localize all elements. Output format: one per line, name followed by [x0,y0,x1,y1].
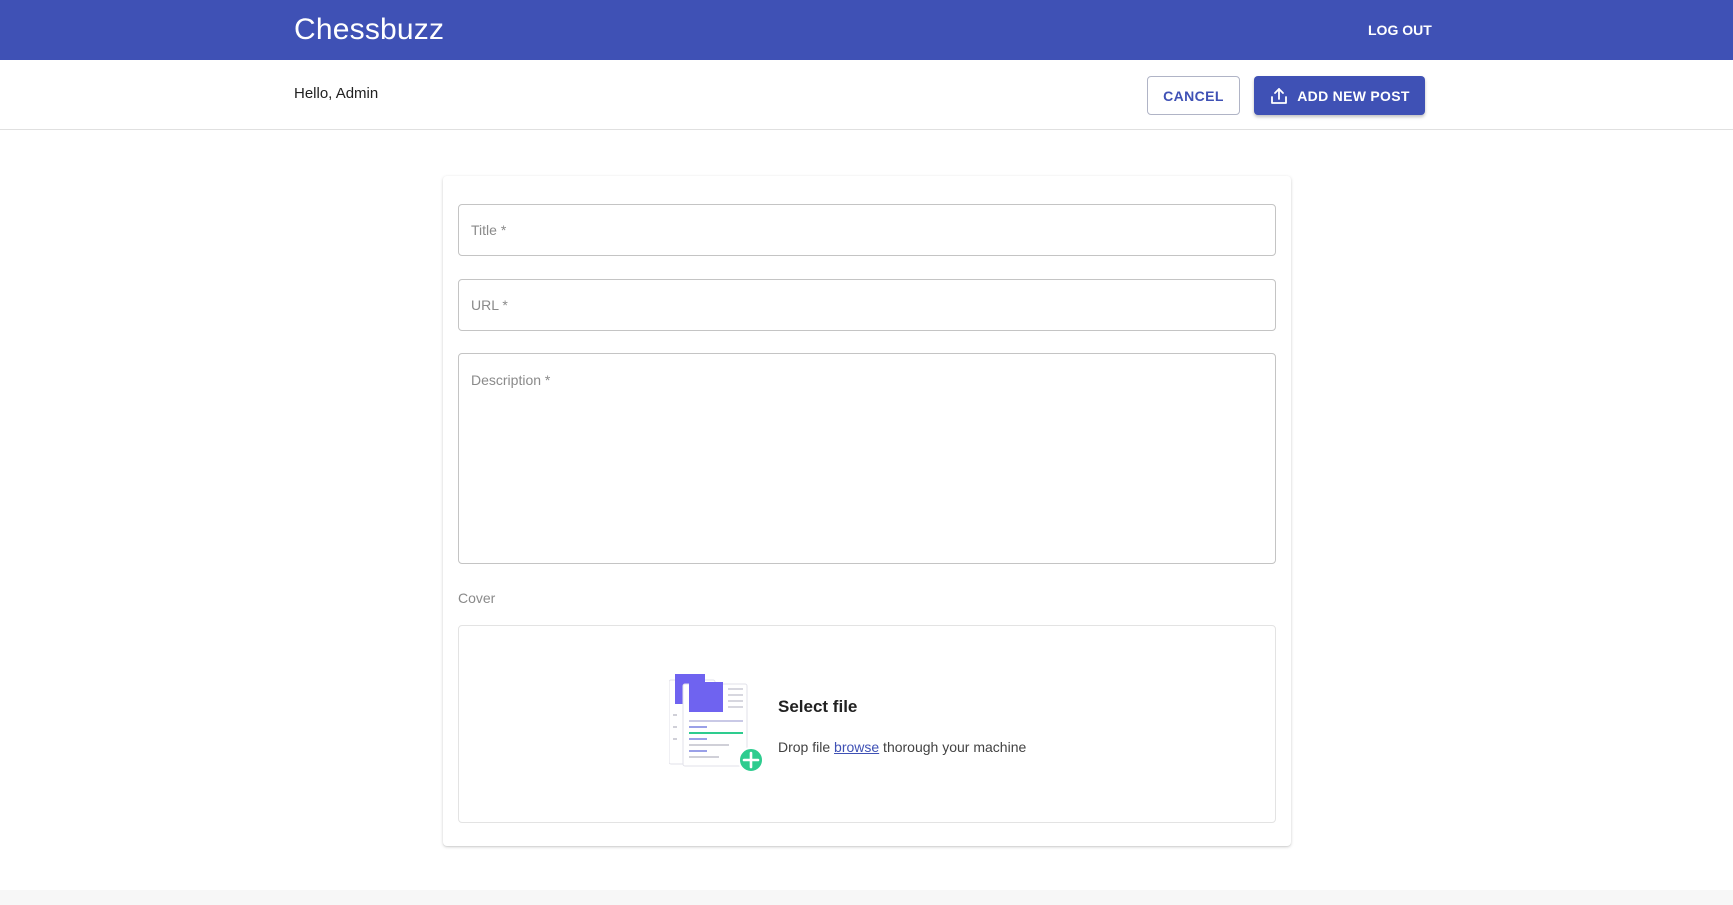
add-new-post-label: ADD NEW POST [1297,87,1410,104]
sub-toolbar: Hello, Admin CANCEL ADD NEW POST [0,60,1733,130]
dropzone-text-before: Drop file [778,739,835,755]
file-upload-illustration-icon [668,674,765,774]
app-bar: Chessbuzz LOG OUT [0,0,1733,60]
url-input[interactable] [458,279,1276,331]
brand-logo: Chessbuzz [294,13,445,46]
cover-dropzone[interactable]: Select file Drop file browse thorough yo… [458,625,1276,823]
dropzone-text-after: thorough your machine [879,739,1027,755]
add-new-post-button[interactable]: ADD NEW POST [1254,76,1425,115]
post-form-card: Cover [443,176,1291,846]
cancel-button[interactable]: CANCEL [1147,76,1240,115]
page-footer-strip [0,890,1733,905]
greeting-text: Hello, Admin [294,85,379,102]
browse-link[interactable]: browse [834,739,879,755]
cover-label: Cover [458,590,496,606]
select-file-title: Select file [778,697,858,716]
title-input[interactable] [458,204,1276,256]
upload-icon [1269,86,1289,106]
logout-button[interactable]: LOG OUT [1362,17,1438,43]
description-textarea[interactable] [458,353,1276,564]
dropzone-instructions: Drop file browse thorough your machine [778,739,1026,755]
